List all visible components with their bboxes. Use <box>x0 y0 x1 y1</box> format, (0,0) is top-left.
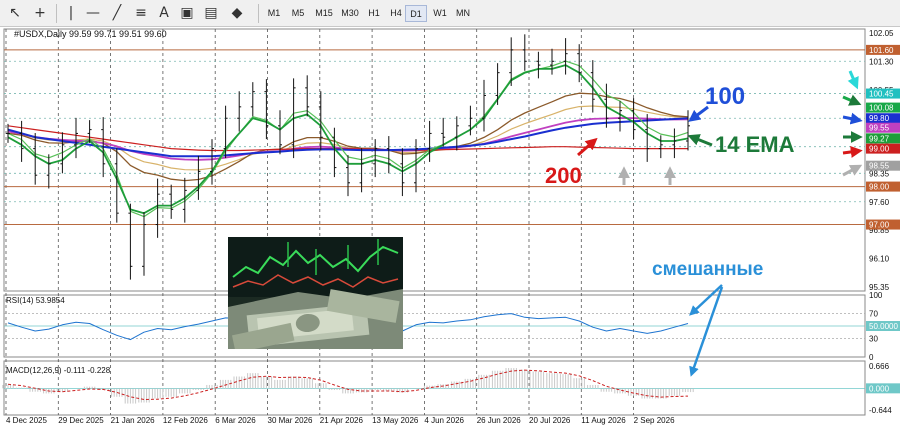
annotation-mixed: смешанные <box>652 259 763 280</box>
price-tag-label: 99.00 <box>869 145 890 154</box>
toolbar-separator <box>258 4 259 23</box>
annotation-100: 100 <box>705 83 745 110</box>
toolbar-separator <box>56 4 57 23</box>
timeframe-h4[interactable]: H4 <box>385 5 407 22</box>
time-axis-label: 6 Mar 2026 <box>215 416 256 425</box>
timeframe-m1[interactable]: M1 <box>263 5 285 22</box>
arrow-100 <box>688 105 709 122</box>
macd-pane: 0.666 0.000 -0.644 <box>2 362 900 415</box>
price-tag-label: 98.55 <box>869 162 890 171</box>
price-tag-label: 97.00 <box>869 221 890 230</box>
time-axis-label: 4 Dec 2025 <box>6 416 47 425</box>
arrow-right-red <box>842 146 863 158</box>
price-tag-label: 100.08 <box>869 104 894 113</box>
macd-axis-label: 0.666 <box>869 362 890 371</box>
toolbar: ↖ + | — ╱ ≡ A ▣ ▤ ◆ M1 M5 M15 M30 H1 H4 … <box>0 0 900 27</box>
arrow-right-green-top <box>842 94 862 106</box>
time-axis-label: 29 Dec 2025 <box>58 416 104 425</box>
price-tag-label: 99.80 <box>869 114 890 123</box>
annotation-14-ema: 14 EMA <box>715 132 795 157</box>
dollar-photo <box>228 237 403 349</box>
rsi-pane: 100 70 50.0000 30 0 <box>4 291 900 362</box>
timeframe-m15[interactable]: M15 <box>311 5 337 22</box>
time-axis-label: 21 Apr 2026 <box>320 416 364 425</box>
rsi-axis-label: 0 <box>869 353 874 362</box>
time-axis-label: 30 Mar 2026 <box>268 416 313 425</box>
rsi-axis-label: 30 <box>869 334 878 343</box>
time-axis-label: 20 Jul 2026 <box>529 416 571 425</box>
price-axis: 102.05101.30100.5599.8099.0598.3597.6096… <box>866 29 900 292</box>
annotations: 100 200 14 EMA смешанные <box>545 70 863 377</box>
macd-label: MACD(12,26,9) -0.111 -0.228 <box>6 366 111 375</box>
vertical-line-icon[interactable]: | <box>62 4 80 22</box>
timeframe-d1[interactable]: D1 <box>405 5 427 22</box>
time-axis-label: 26 Jun 2026 <box>477 416 522 425</box>
main-pane-border <box>3 28 866 292</box>
fibonacci-icon[interactable]: ▤ <box>202 4 220 22</box>
timeframe-m5[interactable]: M5 <box>286 5 310 22</box>
arrow-right-gray <box>842 164 863 177</box>
price-axis-label: 101.30 <box>869 57 894 66</box>
crosshair-icon[interactable]: + <box>31 4 49 22</box>
price-tag-label: 99.27 <box>869 134 890 143</box>
arrow-14-ema <box>687 134 713 147</box>
price-axis-label: 95.35 <box>869 283 890 292</box>
chart-canvas[interactable]: 100 70 50.0000 30 0 0.666 0.000 -0.644 102.05 1… <box>0 27 900 431</box>
cursor-icon[interactable]: ↖ <box>6 4 24 22</box>
horizontal-line-icon[interactable]: — <box>84 4 102 22</box>
arrow-right-cyan <box>847 70 859 90</box>
rsi-label: RSI(14) 53.9854 <box>6 296 65 305</box>
shapes-icon[interactable]: ◆ <box>228 4 246 22</box>
price-axis-label: 96.10 <box>869 255 890 264</box>
price-tag-label: 100.45 <box>869 90 894 99</box>
arrow-right-blue <box>842 112 863 125</box>
price-tag-label: 99.55 <box>869 124 890 133</box>
text-label-icon[interactable]: ▣ <box>178 4 196 22</box>
time-axis-label: 11 Aug 2026 <box>581 416 626 425</box>
price-tag-label: 101.60 <box>869 46 894 55</box>
time-axis-label: 2 Sep 2026 <box>634 416 675 425</box>
ma100-line <box>7 117 689 158</box>
time-axis: 4 Dec 2025 29 Dec 2025 21 Jan 2026 12 Feb 2… <box>6 416 675 425</box>
chart-symbol-header: #USDX,Daily 99.59 99.71 99.51 99.60 <box>14 29 167 39</box>
price-axis-label: 97.60 <box>869 198 890 207</box>
timeframe-m30[interactable]: M30 <box>337 5 363 22</box>
macd-axis-label: 0.000 <box>869 384 890 393</box>
price-axis-label: 102.05 <box>869 29 894 38</box>
annotation-200: 200 <box>545 163 582 188</box>
time-axis-label: 4 Jun 2026 <box>424 416 464 425</box>
timeframe-mn[interactable]: MN <box>452 5 474 22</box>
rsi-axis-label: 70 <box>869 310 878 319</box>
timeframe-h1[interactable]: H1 <box>363 5 385 22</box>
trendline-icon[interactable]: ╱ <box>108 4 126 22</box>
timeframe-w1[interactable]: W1 <box>429 5 451 22</box>
rsi-axis-label: 100 <box>869 291 883 300</box>
rsi-axis-label: 50.0000 <box>869 322 898 331</box>
macd-axis-label: -0.644 <box>869 406 892 415</box>
price-tag-label: 98.00 <box>869 183 890 192</box>
time-axis-label: 12 Feb 2026 <box>163 416 208 425</box>
time-axis-label: 21 Jan 2026 <box>111 416 156 425</box>
equidistant-channel-icon[interactable]: ≡ <box>132 4 150 22</box>
text-icon[interactable]: A <box>155 4 173 22</box>
time-axis-label: 13 May 2026 <box>372 416 419 425</box>
